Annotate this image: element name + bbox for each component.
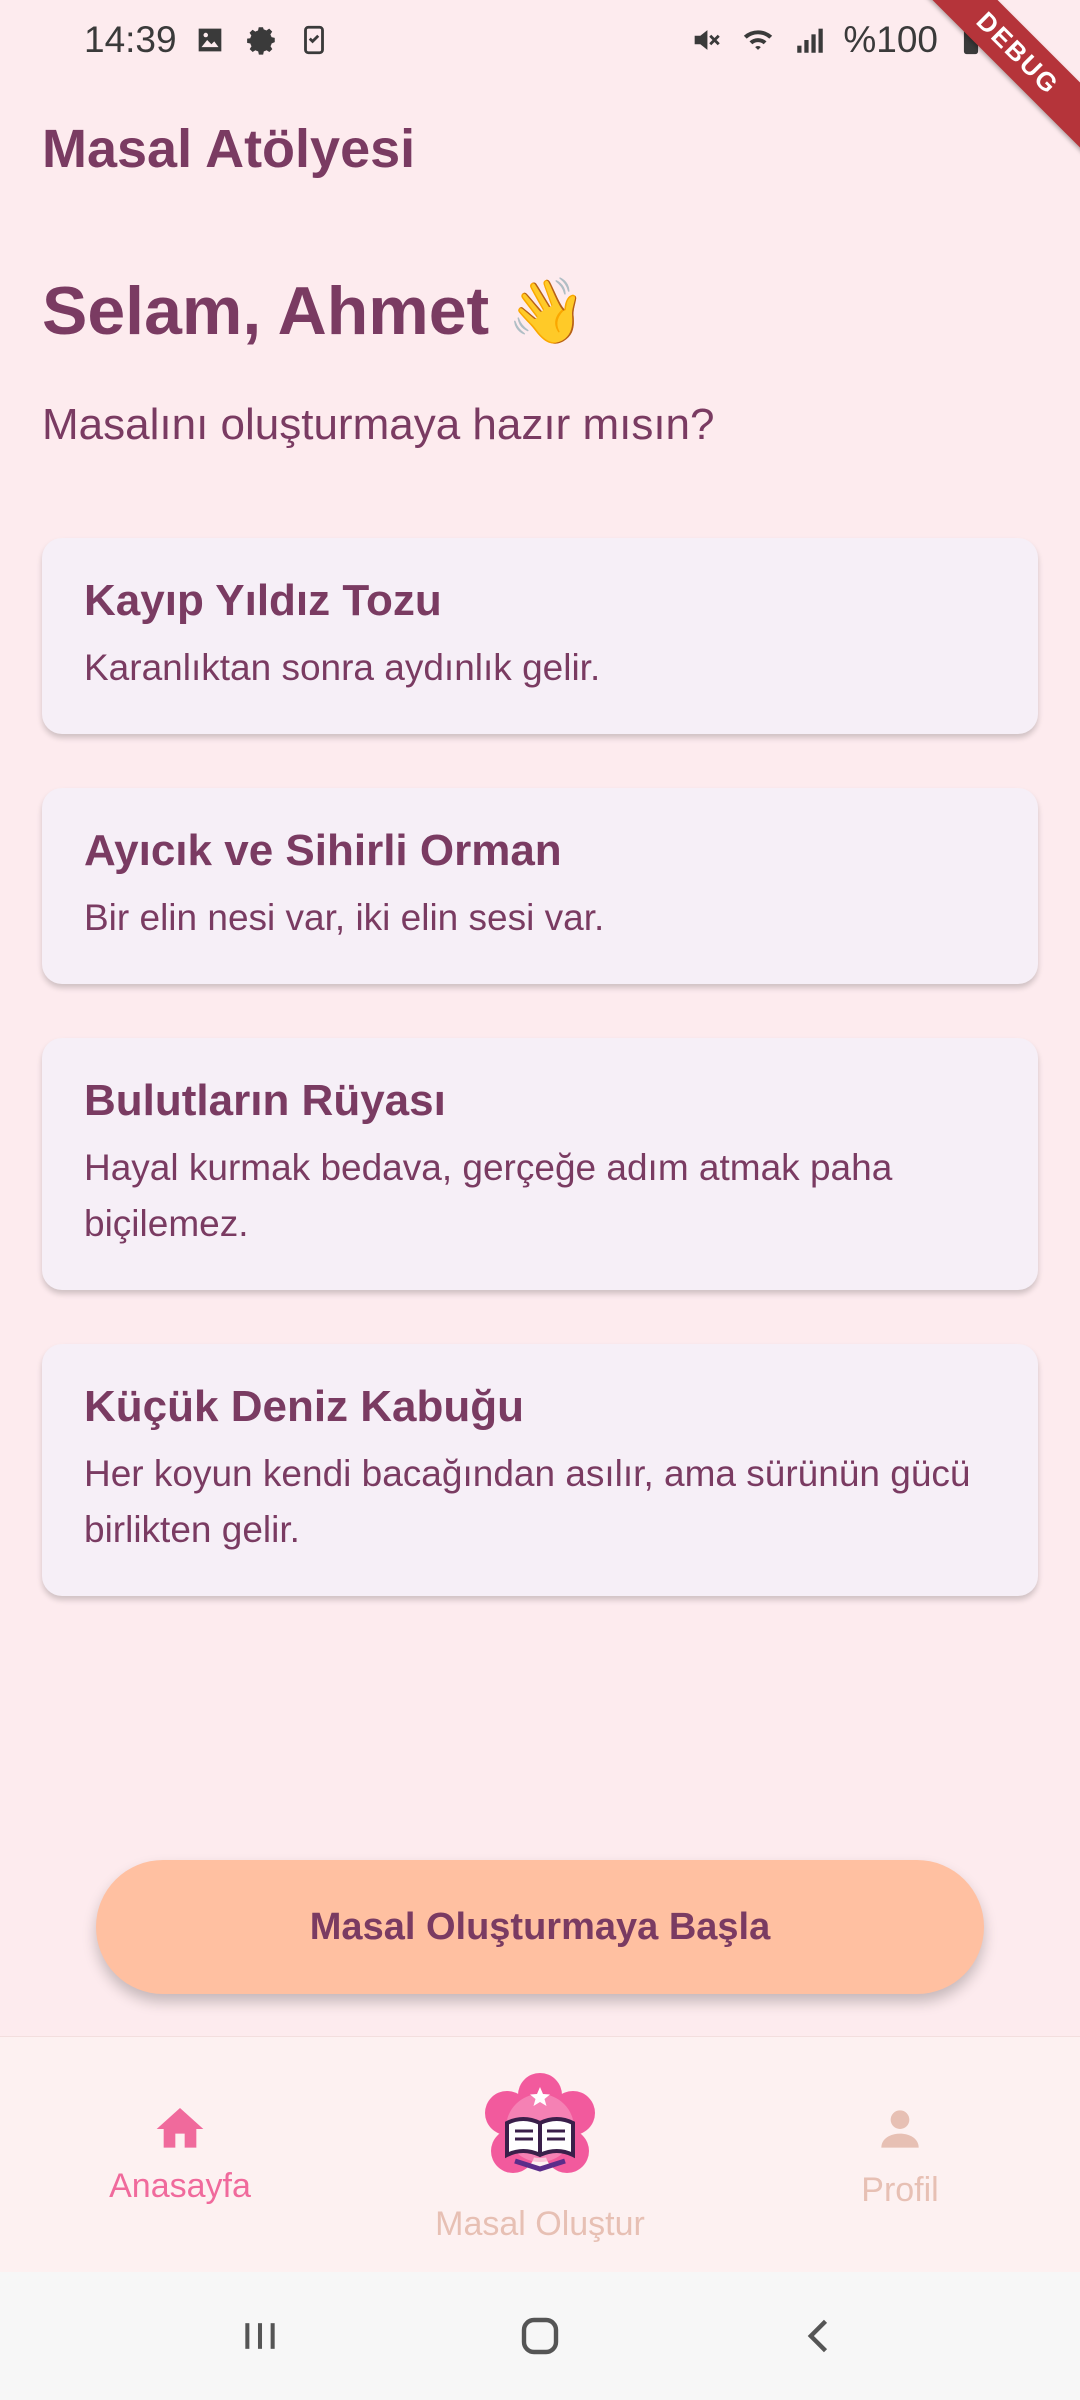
recent-apps-icon[interactable] bbox=[220, 2296, 300, 2376]
nav-item-profile[interactable]: Profil bbox=[800, 2101, 1000, 2210]
nav-label-home: Anasayfa bbox=[109, 2167, 251, 2205]
nav-label-profile: Profil bbox=[861, 2171, 939, 2209]
greeting-heading: Selam, Ahmet 👋 bbox=[42, 272, 587, 350]
system-navigation-bar bbox=[0, 2272, 1080, 2400]
image-icon bbox=[191, 21, 229, 59]
nav-item-create-story[interactable]: Masal Oluştur bbox=[420, 2073, 660, 2244]
back-icon[interactable] bbox=[780, 2296, 860, 2376]
story-list: Kayıp Yıldız Tozu Karanlıktan sonra aydı… bbox=[42, 538, 1038, 1596]
story-description: Hayal kurmak bedava, gerçeğe adım atmak … bbox=[84, 1147, 893, 1244]
home-icon bbox=[152, 2101, 208, 2157]
home-button-icon[interactable] bbox=[500, 2296, 580, 2376]
nav-item-home[interactable]: Anasayfa bbox=[80, 2101, 280, 2206]
nav-label-create-story: Masal Oluştur bbox=[435, 2205, 645, 2243]
signal-icon bbox=[791, 21, 829, 59]
mute-icon bbox=[687, 21, 725, 59]
story-card[interactable]: Ayıcık ve Sihirli Orman Bir elin nesi va… bbox=[42, 788, 1038, 984]
story-description: Bir elin nesi var, iki elin sesi var. bbox=[84, 897, 605, 938]
storybook-icon bbox=[485, 2073, 595, 2183]
status-time: 14:39 bbox=[84, 19, 177, 60]
wifi-icon bbox=[739, 21, 777, 59]
story-title: Ayıcık ve Sihirli Orman bbox=[84, 826, 562, 875]
story-title: Küçük Deniz Kabuğu bbox=[84, 1382, 525, 1431]
start-story-button[interactable]: Masal Oluşturmaya Başla bbox=[96, 1860, 984, 1994]
waving-hand-icon: 👋 bbox=[507, 274, 587, 347]
battery-percent: %100 bbox=[843, 19, 938, 60]
status-bar-right: %100 bbox=[687, 19, 990, 61]
greeting-text: Selam, Ahmet bbox=[42, 273, 490, 349]
greeting-subtitle: Masalını oluşturmaya hazır mısın? bbox=[42, 400, 715, 449]
story-card[interactable]: Kayıp Yıldız Tozu Karanlıktan sonra aydı… bbox=[42, 538, 1038, 734]
bottom-navigation: Anasayfa Masal Oluştur Profil bbox=[0, 2036, 1080, 2272]
status-bar: 14:39 %100 bbox=[0, 0, 1080, 80]
story-description: Her koyun kendi bacağından asılır, ama s… bbox=[84, 1453, 971, 1550]
story-description: Karanlıktan sonra aydınlık gelir. bbox=[84, 647, 601, 688]
story-title: Bulutların Rüyası bbox=[84, 1076, 446, 1125]
story-card[interactable]: Küçük Deniz Kabuğu Her koyun kendi bacağ… bbox=[42, 1344, 1038, 1596]
app-title: Masal Atölyesi bbox=[42, 119, 416, 179]
person-icon bbox=[872, 2101, 928, 2157]
clipboard-icon bbox=[295, 21, 333, 59]
status-bar-left: 14:39 bbox=[84, 19, 333, 61]
gear-icon bbox=[243, 21, 281, 59]
story-card[interactable]: Bulutların Rüyası Hayal kurmak bedava, g… bbox=[42, 1038, 1038, 1290]
story-title: Kayıp Yıldız Tozu bbox=[84, 576, 442, 625]
